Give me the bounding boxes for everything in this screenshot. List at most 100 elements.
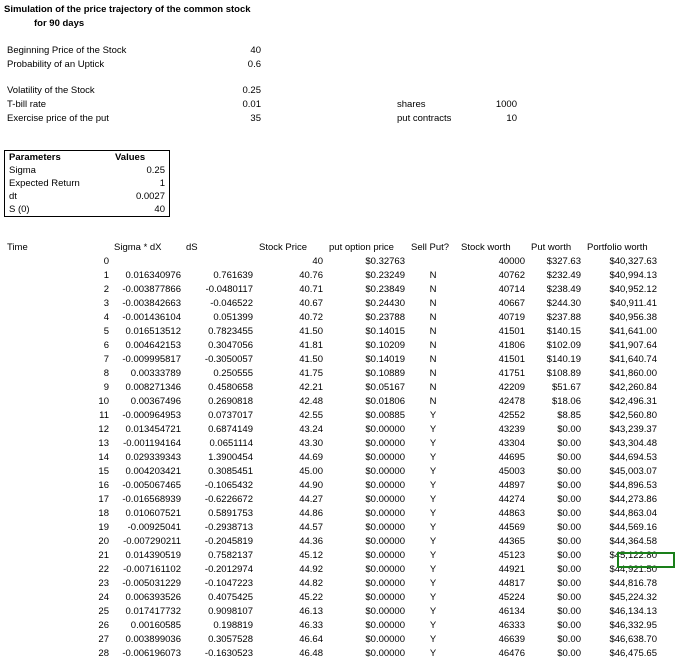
cell[interactable]: 0.9098107 xyxy=(184,605,256,619)
cell[interactable]: $0.23249 xyxy=(326,269,408,283)
cell[interactable]: -0.016568939 xyxy=(112,493,184,507)
cell[interactable]: $0.00 xyxy=(528,479,584,493)
cell[interactable]: $0.00 xyxy=(528,605,584,619)
cell[interactable]: $0.00 xyxy=(528,437,584,451)
cell[interactable]: -0.6226672 xyxy=(184,493,256,507)
cell[interactable]: 9 xyxy=(4,381,112,395)
cell[interactable]: 21 xyxy=(4,549,112,563)
cell[interactable]: 7 xyxy=(4,353,112,367)
cell[interactable]: 44921 xyxy=(458,563,528,577)
cell[interactable]: -0.001194164 xyxy=(112,437,184,451)
cell[interactable]: $41,907.64 xyxy=(584,339,660,353)
cell[interactable]: $0.00 xyxy=(528,549,584,563)
cell[interactable]: $0.14019 xyxy=(326,353,408,367)
cell[interactable]: -0.2012974 xyxy=(184,563,256,577)
cell[interactable]: Y xyxy=(408,451,458,465)
cell[interactable]: $40,327.63 xyxy=(584,255,660,269)
cell[interactable]: 0.00333789 xyxy=(112,367,184,381)
cell[interactable]: 0.004642153 xyxy=(112,339,184,353)
cell[interactable]: 46.48 xyxy=(256,647,326,661)
param-value[interactable]: 1 xyxy=(111,177,169,190)
cell[interactable]: 41.50 xyxy=(256,325,326,339)
cell[interactable] xyxy=(184,255,256,269)
exercise-value[interactable]: 35 xyxy=(184,112,264,126)
cell[interactable]: Y xyxy=(408,521,458,535)
cell[interactable]: 42209 xyxy=(458,381,528,395)
cell[interactable]: N xyxy=(408,297,458,311)
cell[interactable]: 46333 xyxy=(458,619,528,633)
cell[interactable]: $0.32763 xyxy=(326,255,408,269)
cell[interactable]: 0.2690818 xyxy=(184,395,256,409)
cell[interactable]: N xyxy=(408,283,458,297)
cell[interactable]: 0.014390519 xyxy=(112,549,184,563)
cell[interactable]: N xyxy=(408,269,458,283)
cell[interactable]: 41501 xyxy=(458,325,528,339)
cell[interactable]: 6 xyxy=(4,339,112,353)
cell[interactable]: $232.49 xyxy=(528,269,584,283)
cell[interactable]: $102.09 xyxy=(528,339,584,353)
cell[interactable] xyxy=(408,255,458,269)
cell[interactable]: $238.49 xyxy=(528,283,584,297)
cell[interactable]: $8.85 xyxy=(528,409,584,423)
cell[interactable]: N xyxy=(408,311,458,325)
cell[interactable]: $44,694.53 xyxy=(584,451,660,465)
cell[interactable]: 42552 xyxy=(458,409,528,423)
cell[interactable]: Y xyxy=(408,647,458,661)
cell[interactable]: 45.12 xyxy=(256,549,326,563)
cell[interactable]: $44,816.78 xyxy=(584,577,660,591)
cell[interactable]: 40.71 xyxy=(256,283,326,297)
cell[interactable]: $42,496.31 xyxy=(584,395,660,409)
cell[interactable]: 44365 xyxy=(458,535,528,549)
cell[interactable]: $0.00000 xyxy=(326,507,408,521)
cell[interactable]: 41751 xyxy=(458,367,528,381)
cell[interactable]: 44.82 xyxy=(256,577,326,591)
cell[interactable]: $41,641.00 xyxy=(584,325,660,339)
cell[interactable]: 0.4580658 xyxy=(184,381,256,395)
cell[interactable]: $0.00 xyxy=(528,591,584,605)
cell[interactable]: $0.00 xyxy=(528,507,584,521)
cell[interactable]: 1 xyxy=(4,269,112,283)
cell[interactable]: $0.00000 xyxy=(326,619,408,633)
cell[interactable]: $18.06 xyxy=(528,395,584,409)
cell[interactable]: $44,364.58 xyxy=(584,535,660,549)
cell[interactable]: $0.00 xyxy=(528,619,584,633)
cell[interactable]: $0.00000 xyxy=(326,437,408,451)
cell[interactable]: $0.00 xyxy=(528,647,584,661)
cell[interactable]: 0.00367496 xyxy=(112,395,184,409)
cell[interactable]: 26 xyxy=(4,619,112,633)
cell[interactable]: 0.013454721 xyxy=(112,423,184,437)
cell[interactable]: 0.5891753 xyxy=(184,507,256,521)
shares-value[interactable]: 1000 xyxy=(464,98,520,112)
cell[interactable]: 41501 xyxy=(458,353,528,367)
cell[interactable]: 46.64 xyxy=(256,633,326,647)
cell[interactable]: -0.005031229 xyxy=(112,577,184,591)
cell[interactable]: 0.006393526 xyxy=(112,591,184,605)
cell[interactable]: 40.72 xyxy=(256,311,326,325)
cell[interactable]: $0.23849 xyxy=(326,283,408,297)
cell[interactable]: -0.00925041 xyxy=(112,521,184,535)
cell[interactable]: 44.90 xyxy=(256,479,326,493)
cell[interactable]: 40714 xyxy=(458,283,528,297)
cell[interactable]: $0.00885 xyxy=(326,409,408,423)
cell[interactable]: 0 xyxy=(4,255,112,269)
cell[interactable]: 0.7823455 xyxy=(184,325,256,339)
cell[interactable]: 0.4075425 xyxy=(184,591,256,605)
cell[interactable]: $237.88 xyxy=(528,311,584,325)
cell[interactable]: 19 xyxy=(4,521,112,535)
cell[interactable]: Y xyxy=(408,507,458,521)
cell[interactable]: $0.00000 xyxy=(326,605,408,619)
cell[interactable]: $0.00000 xyxy=(326,465,408,479)
cell[interactable]: 44695 xyxy=(458,451,528,465)
cell[interactable]: 43304 xyxy=(458,437,528,451)
cell[interactable]: 0.3057528 xyxy=(184,633,256,647)
cell[interactable]: 11 xyxy=(4,409,112,423)
cell[interactable]: Y xyxy=(408,633,458,647)
cell[interactable]: 40.76 xyxy=(256,269,326,283)
cell[interactable]: 23 xyxy=(4,577,112,591)
cell[interactable]: $0.00000 xyxy=(326,479,408,493)
cell[interactable]: 12 xyxy=(4,423,112,437)
cell[interactable]: 0.198819 xyxy=(184,619,256,633)
cell[interactable]: 44569 xyxy=(458,521,528,535)
cell[interactable]: 46.13 xyxy=(256,605,326,619)
cell[interactable]: $0.00000 xyxy=(326,647,408,661)
